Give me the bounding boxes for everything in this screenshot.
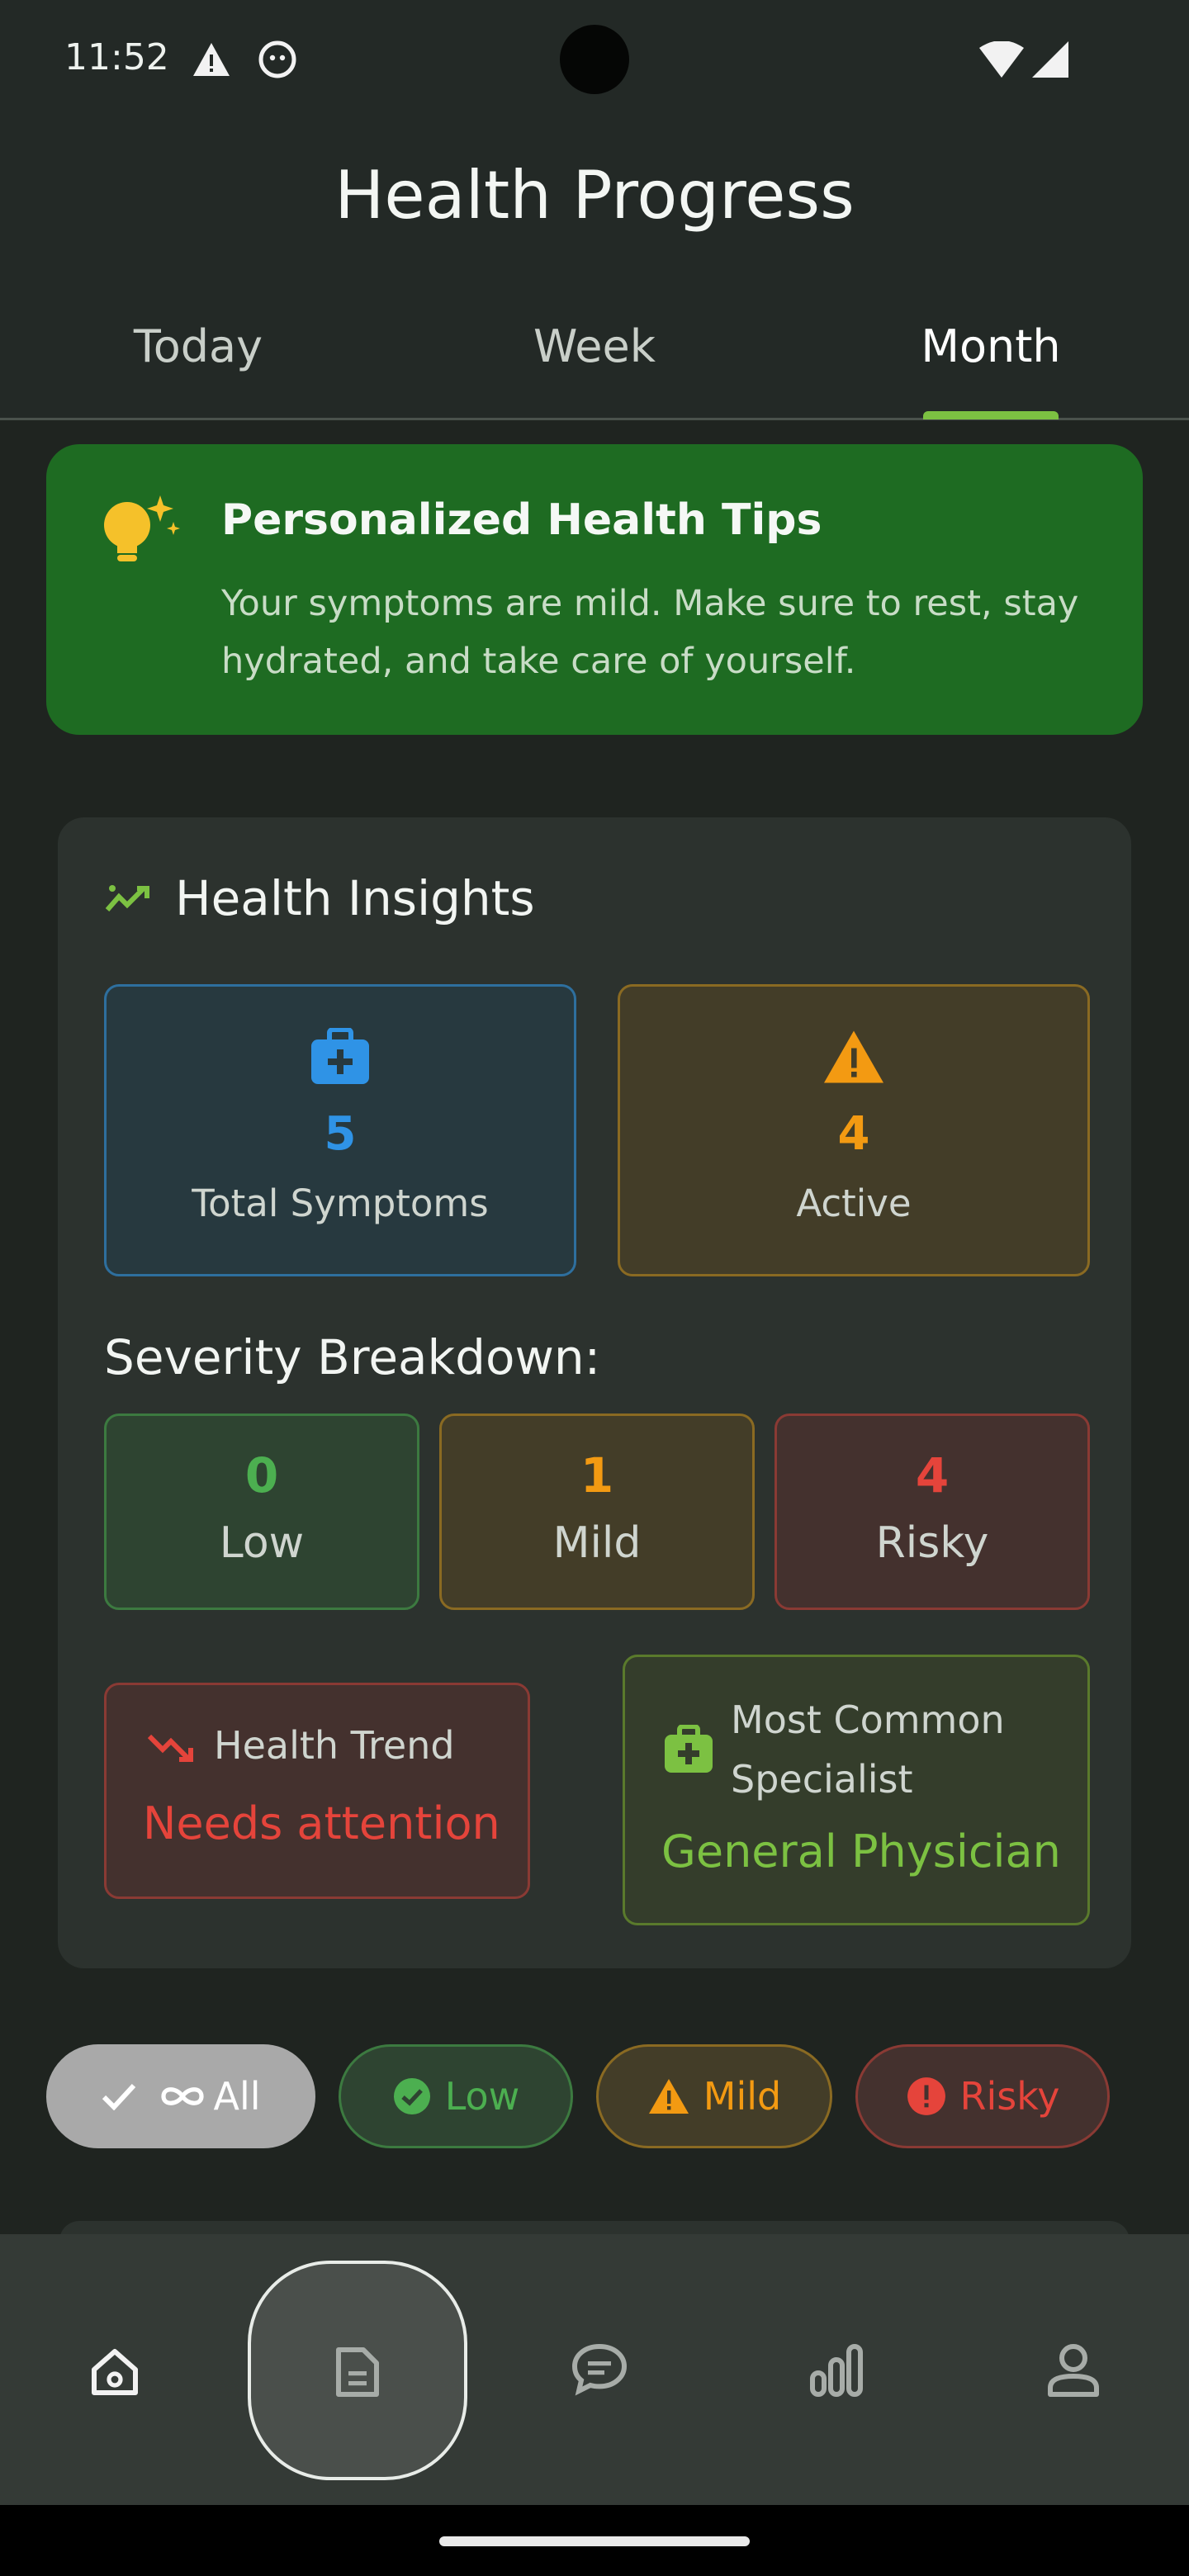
tips-title: Personalized Health Tips [221,495,822,545]
page-title: Health Progress [334,157,855,234]
filter-chip-all[interactable]: All [46,2044,315,2148]
tab-week[interactable]: Week [396,320,793,372]
alert-circle-icon [906,2076,947,2117]
severity-mild-value: 1 [580,1447,614,1503]
specialist-card: Most Common Specialist General Physician [623,1655,1090,1925]
health-trend-card: Health Trend Needs attention [104,1683,530,1899]
tab-month[interactable]: Month [793,320,1189,372]
document-icon[interactable] [332,2343,383,2401]
specialist-value: General Physician [661,1825,1061,1878]
infinity-icon [159,2084,206,2109]
filter-chip-mild[interactable]: Mild [596,2044,832,2148]
home-icon[interactable] [88,2345,142,2399]
chat-icon[interactable] [570,2342,629,2396]
app-status-icon [258,40,297,79]
specialist-label: Most Common Specialist [731,1698,1005,1802]
severity-low-card: 0 Low [104,1413,419,1610]
camera-cutout [560,25,629,94]
profile-icon[interactable] [1045,2342,1101,2399]
active-symptoms-card: 4 Active [618,984,1090,1276]
lightbulb-icon [94,489,187,581]
filter-mild-label: Mild [703,2074,782,2119]
severity-breakdown-title: Severity Breakdown: [104,1329,601,1385]
insights-title: Health Insights [175,870,535,926]
total-symptoms-value: 5 [324,1107,357,1161]
total-symptoms-card: 5 Total Symptoms [104,984,576,1276]
tab-active-indicator [923,411,1059,419]
trending-up-icon [104,880,152,916]
filter-chip-risky[interactable]: Risky [855,2044,1110,2148]
signal-icon [1032,41,1068,78]
severity-low-value: 0 [244,1447,279,1503]
home-gesture-bar[interactable] [439,2536,750,2546]
severity-risky-label: Risky [875,1518,989,1568]
active-symptoms-label: Active [796,1181,912,1225]
total-symptoms-label: Total Symptoms [192,1181,489,1225]
check-circle-icon [392,2076,432,2116]
severity-low-label: Low [219,1518,305,1568]
check-icon [101,2082,137,2110]
tips-body: Your symptoms are mild. Make sure to res… [221,583,1079,682]
severity-risky-value: 4 [915,1447,950,1503]
wifi-icon [979,41,1024,78]
tab-today[interactable]: Today [0,320,396,372]
filter-risky-label: Risky [959,2074,1060,2119]
severity-mild-card: 1 Mild [439,1413,755,1610]
active-symptoms-value: 4 [837,1107,870,1161]
filter-chip-low[interactable]: Low [339,2044,573,2148]
trending-down-icon [146,1731,196,1764]
warning-icon [647,2077,690,2115]
severity-mild-label: Mild [552,1518,642,1568]
filter-low-label: Low [444,2074,520,2119]
warning-status-icon [192,41,231,78]
severity-risky-card: 4 Risky [775,1413,1090,1610]
chart-icon[interactable] [808,2342,865,2399]
medical-bag-icon [663,1725,714,1774]
status-time: 11:52 [64,36,169,78]
filter-all-label: All [213,2074,261,2119]
medical-kit-icon [310,1028,371,1086]
health-trend-label: Health Trend [214,1723,455,1768]
warning-icon [822,1028,886,1086]
health-trend-value: Needs attention [143,1797,500,1849]
